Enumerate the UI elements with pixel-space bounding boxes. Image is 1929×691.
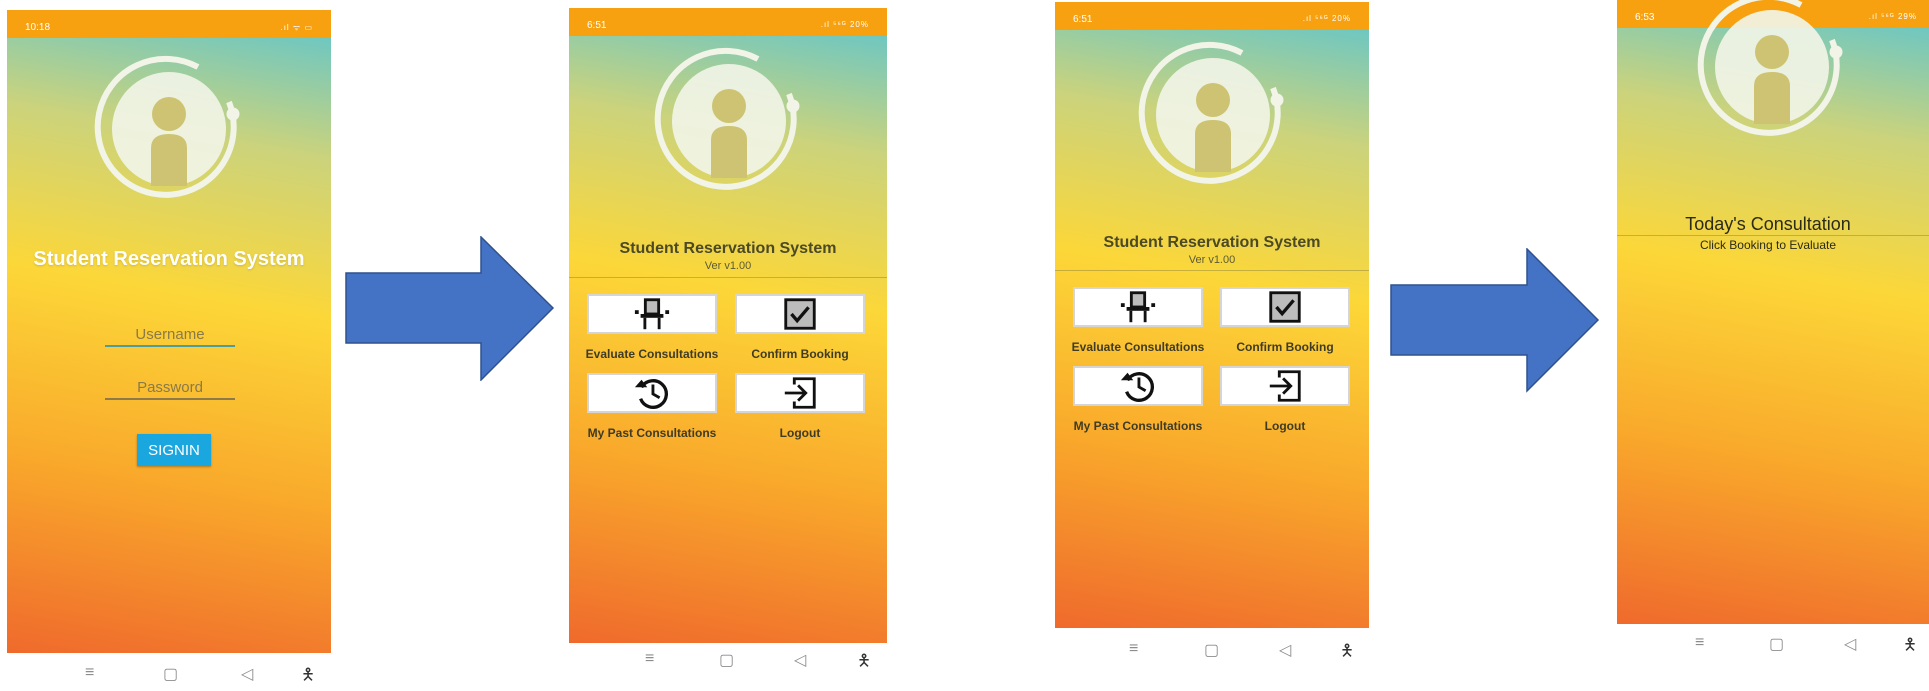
- confirm-booking-button[interactable]: [735, 294, 865, 334]
- home-nav-icon[interactable]: ▢: [1769, 634, 1784, 654]
- history-icon: [1119, 367, 1157, 405]
- back-nav-icon[interactable]: ◁: [1844, 634, 1856, 654]
- flow-arrow-icon: [345, 236, 555, 381]
- status-icons: .ıl ⁵⁶ᴳ 29%: [1868, 12, 1917, 21]
- login-screen: Student Reservation System Username Pass…: [7, 38, 331, 653]
- accessibility-icon[interactable]: 🯅: [1903, 634, 1917, 660]
- chair-icon: [1119, 288, 1157, 326]
- nav-bar: ≡ ▢ ◁ 🯅: [7, 662, 331, 688]
- status-bar: 10:18 .ıl ᯤ ▭: [7, 10, 331, 38]
- evaluate-consultations-button[interactable]: [587, 294, 717, 334]
- flow-arrow-icon: [1390, 248, 1600, 393]
- past-consultations-label: My Past Consultations: [1073, 419, 1203, 433]
- status-bar: 6:51 .ıl ⁵⁶ᴳ 20%: [569, 8, 887, 36]
- version-label: Ver v1.00: [1188, 254, 1236, 266]
- nav-bar: ≡ ▢ ◁ 🯅: [1055, 638, 1369, 664]
- password-field[interactable]: Password: [105, 379, 235, 400]
- back-nav-icon[interactable]: ◁: [794, 650, 806, 670]
- logout-label: Logout: [779, 426, 821, 440]
- accessibility-icon[interactable]: 🯅: [857, 650, 871, 677]
- chair-icon: [633, 295, 671, 333]
- home-nav-icon[interactable]: ▢: [163, 664, 178, 684]
- home-nav-icon[interactable]: ▢: [1204, 640, 1219, 660]
- logout-icon: [781, 374, 819, 412]
- back-nav-icon[interactable]: ◁: [241, 664, 253, 684]
- app-logo-icon: [1138, 40, 1288, 190]
- logout-button[interactable]: [1220, 366, 1350, 406]
- logout-button[interactable]: [735, 373, 865, 413]
- nav-bar: ≡ ▢ ◁ 🯅: [569, 648, 887, 674]
- username-field[interactable]: Username: [105, 326, 235, 347]
- evaluate-consultations-label: Evaluate Consultations: [1071, 340, 1205, 354]
- phone-menu-screen-2: 6:51 .ıl ⁵⁶ᴳ 20% Student Reservation Sys…: [1055, 2, 1369, 668]
- status-icons: .ıl ⁵⁶ᴳ 20%: [1302, 14, 1351, 23]
- past-consultations-button[interactable]: [587, 373, 717, 413]
- evaluate-consultations-button[interactable]: [1073, 287, 1203, 327]
- status-time: 6:53: [1635, 12, 1655, 23]
- evaluate-consultations-label: Evaluate Consultations: [585, 347, 719, 361]
- signin-button[interactable]: SIGNIN: [137, 434, 211, 466]
- status-time: 6:51: [587, 20, 607, 31]
- app-logo-icon: [1697, 0, 1847, 142]
- phone-consultation-screen: 6:53 .ıl ⁵⁶ᴳ 29% Today's Consultation Cl…: [1617, 0, 1929, 660]
- divider: [569, 277, 887, 278]
- divider: [1055, 270, 1369, 271]
- home-nav-icon[interactable]: ▢: [719, 650, 734, 670]
- accessibility-icon[interactable]: 🯅: [1340, 640, 1354, 667]
- app-title: Student Reservation System: [619, 240, 837, 257]
- version-label: Ver v1.00: [704, 260, 752, 272]
- logout-icon: [1266, 367, 1304, 405]
- menu-nav-icon[interactable]: ≡: [85, 664, 94, 682]
- consultation-screen: Today's Consultation Click Booking to Ev…: [1617, 28, 1929, 624]
- confirm-booking-button[interactable]: [1220, 287, 1350, 327]
- past-consultations-label: My Past Consultations: [587, 426, 717, 440]
- phone-login-screen: 10:18 .ıl ᯤ ▭ Student Reservation System…: [7, 10, 331, 685]
- status-icons: .ıl ᯤ ▭: [280, 23, 313, 32]
- back-nav-icon[interactable]: ◁: [1279, 640, 1291, 660]
- menu-nav-icon[interactable]: ≡: [645, 650, 654, 668]
- divider: [1617, 235, 1929, 236]
- menu-screen: Student Reservation System Ver v1.00 Eva…: [1055, 30, 1369, 628]
- status-bar: 6:51 .ıl ⁵⁶ᴳ 20%: [1055, 2, 1369, 30]
- logout-label: Logout: [1264, 419, 1306, 433]
- menu-nav-icon[interactable]: ≡: [1129, 640, 1138, 658]
- confirm-booking-label: Confirm Booking: [1236, 340, 1334, 354]
- consultation-subtitle: Click Booking to Evaluate: [1699, 238, 1837, 252]
- app-logo-icon: [94, 54, 244, 204]
- app-title: Student Reservation System: [33, 248, 305, 270]
- status-icons: .ıl ⁵⁶ᴳ 20%: [820, 20, 869, 29]
- past-consultations-button[interactable]: [1073, 366, 1203, 406]
- checkbox-icon: [781, 295, 819, 333]
- status-time: 6:51: [1073, 14, 1093, 25]
- checkbox-icon: [1266, 288, 1304, 326]
- menu-screen: Student Reservation System Ver v1.00 Eva…: [569, 36, 887, 643]
- accessibility-icon[interactable]: 🯅: [301, 664, 315, 691]
- consultation-title: Today's Consultation: [1685, 214, 1851, 234]
- confirm-booking-label: Confirm Booking: [751, 347, 849, 361]
- history-icon: [633, 374, 671, 412]
- phone-menu-screen: 6:51 .ıl ⁵⁶ᴳ 20% Student Reservation Sys…: [569, 8, 887, 682]
- nav-bar: ≡ ▢ ◁ 🯅: [1617, 632, 1929, 658]
- app-title: Student Reservation System: [1103, 234, 1321, 251]
- menu-nav-icon[interactable]: ≡: [1695, 634, 1704, 652]
- status-time: 10:18: [25, 22, 51, 33]
- app-logo-icon: [654, 46, 804, 196]
